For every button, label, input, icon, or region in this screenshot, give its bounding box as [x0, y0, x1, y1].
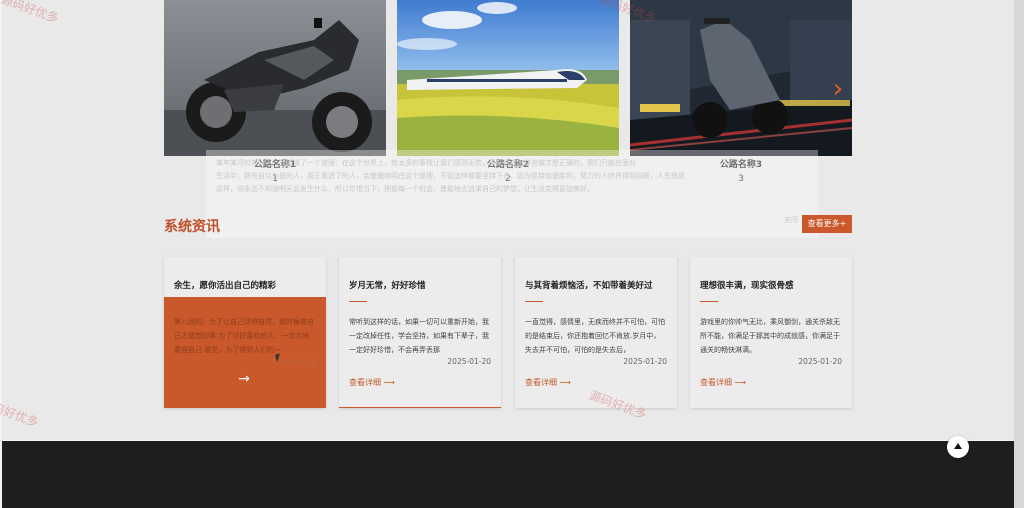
article-date: 2025-01-20 [798, 357, 842, 366]
article-card-1[interactable]: 余生，愿你活出自己的精彩 第八回的，为了让自己活得自然，那时候做自己才感觉的事 … [164, 257, 326, 408]
card-underline [339, 407, 501, 408]
scrollbar-track[interactable] [1014, 0, 1024, 508]
article-excerpt: 常听到这样的话，如果一切可以重新开始，我一定改掉任性，学会坚持，如果有下辈子，我… [349, 318, 489, 354]
gallery-item-2[interactable]: 公路名称2 2 [397, 0, 619, 184]
arrow-right-icon[interactable]: → [214, 371, 274, 387]
view-details-link[interactable]: 查看详细 ⟶ [349, 377, 395, 388]
title-divider [525, 301, 543, 302]
article-excerpt: 一直觉得，感情里，无疾而终并不可怕，可怕的是结束后，你还抱着回忆不肯放.岁月中，… [525, 318, 665, 354]
article-title: 余生，愿你活出自己的精彩 [174, 281, 277, 291]
gallery-item-3[interactable]: 公路名称3 3 [630, 0, 852, 184]
train-image [397, 0, 619, 156]
footer [2, 441, 1014, 508]
gallery-item-1[interactable]: 公路名称1 1 [164, 0, 386, 184]
section-title: 系统资讯 [164, 219, 220, 235]
panel-line: 生活中，那些自以为是的人，真正看透了的人，会慢慢地明白这个道理，不管怎样都要坚持… [216, 172, 685, 180]
view-details-link[interactable]: 查看详细 ⟶ [525, 377, 571, 388]
scooter-image [630, 0, 852, 156]
article-title: 与其背着烦恼活，不如带着美好过 [525, 281, 653, 291]
article-title: 理想很丰满，现实很骨感 [700, 281, 794, 291]
view-more-button[interactable]: 查看更多+ [802, 215, 852, 233]
article-excerpt: 第八回的，为了让自己活得自然，那时候做自己才感觉的事 为了讨好喜欢的人，一次次地… [174, 318, 314, 354]
chevron-right-icon[interactable]: › [828, 74, 848, 104]
view-details-link[interactable]: 查看详细 ⟶ [700, 377, 746, 388]
article-card-2[interactable]: 岁月无常，好好珍惜 常听到这样的话，如果一切可以重新开始，我一定改掉任性，学会坚… [339, 257, 501, 408]
title-divider [700, 301, 718, 302]
panel-line: 某年某月的某一天，我知道了一个道理：在这个世界上，有太多的事情让我们感到无奈，不… [216, 159, 636, 167]
title-divider [349, 301, 367, 302]
back-to-top-icon[interactable] [947, 436, 969, 458]
article-date: 2025-01-20 [447, 357, 491, 366]
article-excerpt: 游戏里的你帅气无比，乘风御剑，通关杀敌无所不能，你满足于那其中的成就感，你满足于… [700, 318, 840, 354]
article-title: 岁月无常，好好珍惜 [349, 281, 426, 291]
page: 公路名称1 1 公路名称2 2 公路名称3 3 › 某年某月的某一天，我知道了一… [0, 0, 1024, 508]
motorcycle-image [164, 0, 386, 156]
article-card-3[interactable]: 与其背着烦恼活，不如带着美好过 一直觉得，感情里，无疾而终并不可怕，可怕的是结束… [515, 257, 677, 408]
article-date: 2025-01-20 [623, 357, 667, 366]
panel-line: 这样，你永远不知道明天会发生什么，所以珍惜当下，把握每一个机会，勇敢地去追求自己… [216, 185, 594, 193]
panel-text: 某年某月的某一天，我知道了一个道理：在这个世界上，有太多的事情让我们感到无奈，不… [216, 158, 806, 197]
panel-close-link[interactable]: 关闭 [784, 215, 798, 225]
article-card-4[interactable]: 理想很丰满，现实很骨感 游戏里的你帅气无比，乘风御剑，通关杀敌无所不能，你满足于… [690, 257, 852, 408]
